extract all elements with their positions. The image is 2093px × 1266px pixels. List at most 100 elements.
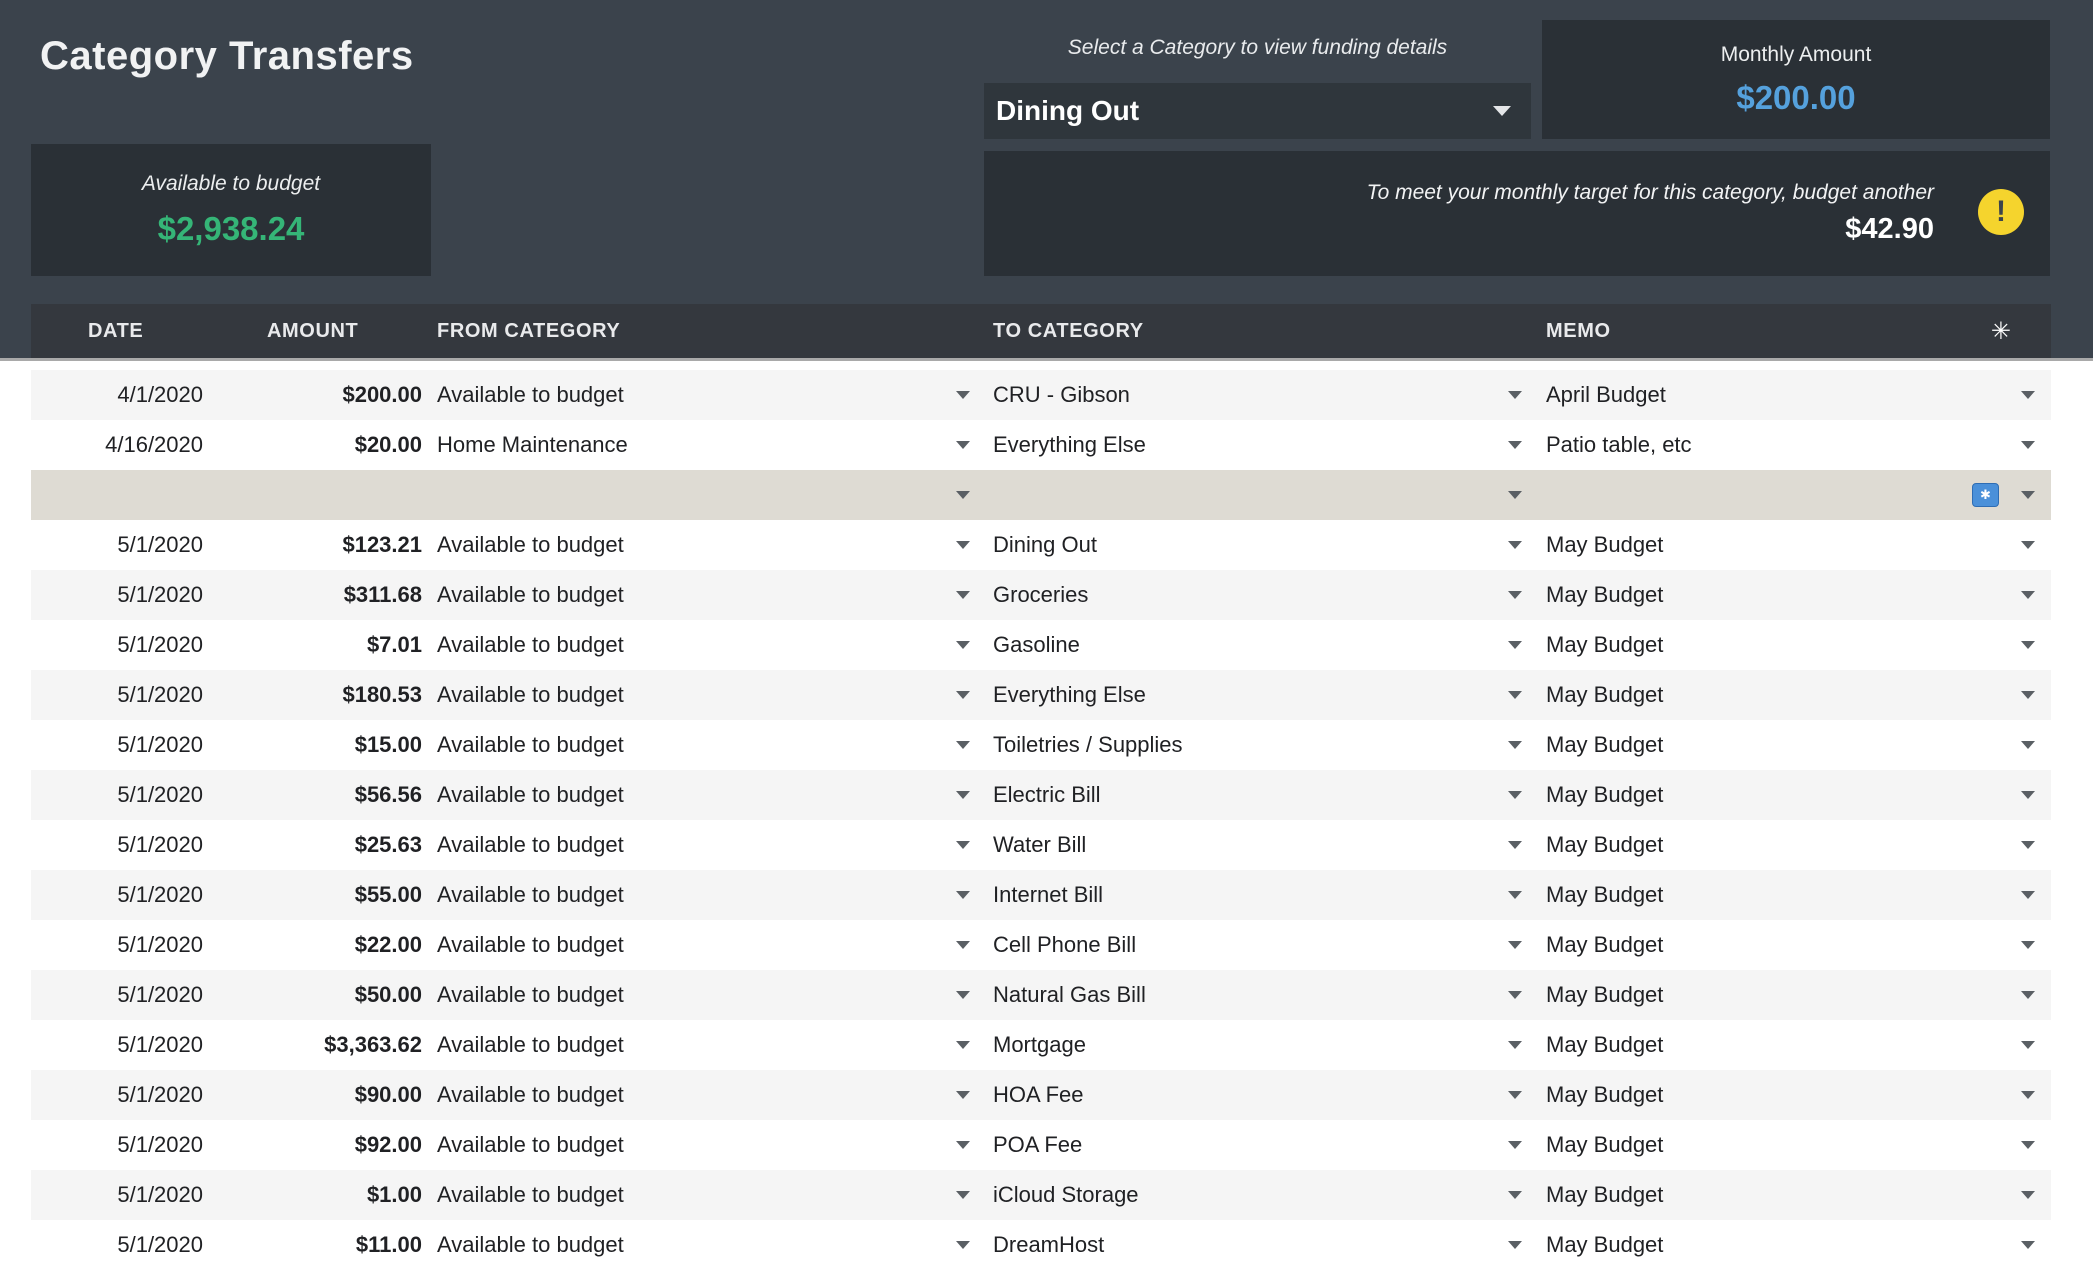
date-cell[interactable]: 4/1/2020 (31, 382, 231, 408)
amount-cell[interactable]: $15.00 (231, 732, 431, 758)
to-category-cell[interactable]: HOA Fee (991, 1070, 1544, 1120)
memo-cell[interactable]: ✱ (1544, 470, 2051, 520)
chevron-down-icon[interactable] (2021, 691, 2035, 699)
amount-cell[interactable]: $311.68 (231, 582, 431, 608)
amount-cell[interactable]: $55.00 (231, 882, 431, 908)
date-cell[interactable]: 5/1/2020 (31, 1032, 231, 1058)
from-category-cell[interactable]: Available to budget (431, 870, 991, 920)
to-category-cell[interactable]: iCloud Storage (991, 1170, 1544, 1220)
to-category-cell[interactable]: Natural Gas Bill (991, 970, 1544, 1020)
to-category-cell[interactable]: Toiletries / Supplies (991, 720, 1544, 770)
chevron-down-icon[interactable] (956, 891, 970, 899)
date-cell[interactable]: 5/1/2020 (31, 782, 231, 808)
chevron-down-icon[interactable] (1508, 941, 1522, 949)
chevron-down-icon[interactable] (956, 1241, 970, 1249)
date-cell[interactable]: 5/1/2020 (31, 882, 231, 908)
chevron-down-icon[interactable] (2021, 641, 2035, 649)
date-cell[interactable]: 5/1/2020 (31, 1182, 231, 1208)
to-category-cell[interactable]: Electric Bill (991, 770, 1544, 820)
chevron-down-icon[interactable] (2021, 391, 2035, 399)
chevron-down-icon[interactable] (2021, 591, 2035, 599)
to-category-cell[interactable]: Dining Out (991, 520, 1544, 570)
chevron-down-icon[interactable] (956, 791, 970, 799)
to-category-cell[interactable]: DreamHost (991, 1220, 1544, 1266)
amount-cell[interactable]: $50.00 (231, 982, 431, 1008)
chevron-down-icon[interactable] (956, 641, 970, 649)
chevron-down-icon[interactable] (2021, 891, 2035, 899)
chevron-down-icon[interactable] (2021, 541, 2035, 549)
date-cell[interactable]: 5/1/2020 (31, 982, 231, 1008)
chevron-down-icon[interactable] (1508, 1241, 1522, 1249)
chevron-down-icon[interactable] (1508, 441, 1522, 449)
col-header-date[interactable]: DATE (31, 320, 231, 343)
date-cell[interactable]: 5/1/2020 (31, 832, 231, 858)
chevron-down-icon[interactable] (2021, 1141, 2035, 1149)
memo-cell[interactable]: May Budget (1544, 1120, 2051, 1170)
chevron-down-icon[interactable] (956, 841, 970, 849)
from-category-cell[interactable]: Available to budget (431, 970, 991, 1020)
date-cell[interactable]: 5/1/2020 (31, 732, 231, 758)
amount-cell[interactable]: $11.00 (231, 1232, 431, 1258)
to-category-cell[interactable]: POA Fee (991, 1120, 1544, 1170)
chevron-down-icon[interactable] (2021, 941, 2035, 949)
from-category-cell[interactable]: Available to budget (431, 1170, 991, 1220)
amount-cell[interactable]: $56.56 (231, 782, 431, 808)
from-category-cell[interactable]: Available to budget (431, 820, 991, 870)
date-cell[interactable]: 5/1/2020 (31, 632, 231, 658)
col-header-amount[interactable]: AMOUNT (231, 320, 431, 343)
to-category-cell[interactable]: Gasoline (991, 620, 1544, 670)
memo-cell[interactable]: May Budget (1544, 1070, 2051, 1120)
memo-cell[interactable]: May Budget (1544, 920, 2051, 970)
from-category-cell[interactable]: Available to budget (431, 620, 991, 670)
amount-cell[interactable]: $123.21 (231, 532, 431, 558)
to-category-cell[interactable]: Cell Phone Bill (991, 920, 1544, 970)
amount-cell[interactable]: $22.00 (231, 932, 431, 958)
chevron-down-icon[interactable] (1508, 1191, 1522, 1199)
from-category-cell[interactable] (431, 470, 991, 520)
chevron-down-icon[interactable] (2021, 1091, 2035, 1099)
chevron-down-icon[interactable] (956, 541, 970, 549)
to-category-cell[interactable]: Everything Else (991, 420, 1544, 470)
amount-cell[interactable]: $3,363.62 (231, 1032, 431, 1058)
memo-cell[interactable]: May Budget (1544, 570, 2051, 620)
chevron-down-icon[interactable] (1508, 841, 1522, 849)
to-category-cell[interactable]: Internet Bill (991, 870, 1544, 920)
to-category-cell[interactable]: Mortgage (991, 1020, 1544, 1070)
chevron-down-icon[interactable] (956, 1191, 970, 1199)
memo-cell[interactable]: Patio table, etc (1544, 420, 2051, 470)
chevron-down-icon[interactable] (2021, 441, 2035, 449)
chevron-down-icon[interactable] (956, 741, 970, 749)
from-category-cell[interactable]: Available to budget (431, 670, 991, 720)
memo-cell[interactable]: May Budget (1544, 820, 2051, 870)
col-header-from-category[interactable]: FROM CATEGORY (431, 320, 991, 343)
date-cell[interactable]: 5/1/2020 (31, 932, 231, 958)
chevron-down-icon[interactable] (956, 691, 970, 699)
chevron-down-icon[interactable] (956, 1091, 970, 1099)
from-category-cell[interactable]: Available to budget (431, 720, 991, 770)
amount-cell[interactable]: $90.00 (231, 1082, 431, 1108)
chevron-down-icon[interactable] (2021, 791, 2035, 799)
col-header-memo[interactable]: MEMO (1544, 320, 2051, 343)
chevron-down-icon[interactable] (956, 391, 970, 399)
chevron-down-icon[interactable] (1508, 1041, 1522, 1049)
date-cell[interactable]: 4/16/2020 (31, 432, 231, 458)
chevron-down-icon[interactable] (1508, 641, 1522, 649)
chevron-down-icon[interactable] (1508, 741, 1522, 749)
chevron-down-icon[interactable] (1508, 491, 1522, 499)
chevron-down-icon[interactable] (956, 1141, 970, 1149)
date-cell[interactable]: 5/1/2020 (31, 1082, 231, 1108)
date-cell[interactable]: 5/1/2020 (31, 532, 231, 558)
chevron-down-icon[interactable] (1508, 541, 1522, 549)
chevron-down-icon[interactable] (1508, 791, 1522, 799)
memo-cell[interactable]: May Budget (1544, 620, 2051, 670)
date-cell[interactable]: 5/1/2020 (31, 682, 231, 708)
amount-cell[interactable]: $25.63 (231, 832, 431, 858)
from-category-cell[interactable]: Available to budget (431, 1070, 991, 1120)
chevron-down-icon[interactable] (1508, 1091, 1522, 1099)
date-cell[interactable]: 5/1/2020 (31, 1232, 231, 1258)
to-category-cell[interactable]: CRU - Gibson (991, 370, 1544, 420)
memo-cell[interactable]: May Budget (1544, 1170, 2051, 1220)
amount-cell[interactable]: $200.00 (231, 382, 431, 408)
memo-cell[interactable]: May Budget (1544, 720, 2051, 770)
memo-cell[interactable]: April Budget (1544, 370, 2051, 420)
